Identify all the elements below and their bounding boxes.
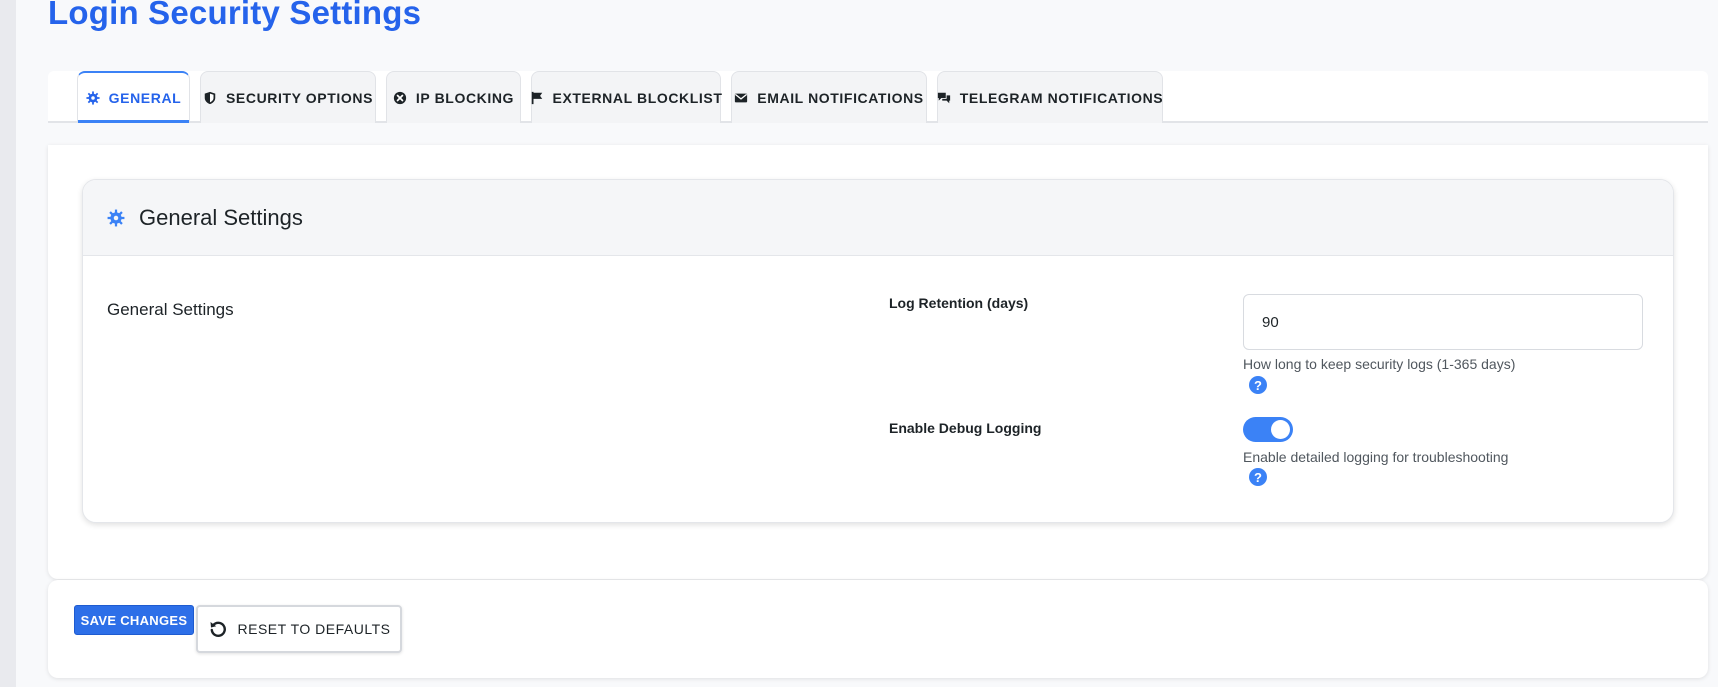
gear-icon [107,209,125,226]
flag-icon [531,91,542,104]
panel-title: General Settings [139,204,303,230]
debug-logging-toggle[interactable] [1243,417,1293,442]
tab-email-notifications[interactable]: EMAIL NOTIFICATIONS [731,71,927,123]
save-changes-button[interactable]: SAVE CHANGES [74,605,194,635]
settings-page: Login Security Settings GENERAL SECURITY… [16,0,1718,687]
block-icon [393,91,407,104]
toggle-knob [1271,420,1290,439]
undo-icon [210,621,226,637]
gear-icon [86,91,100,105]
tab-label: EXTERNAL BLOCKLIST [552,89,723,106]
panel-header: General Settings [83,180,1673,256]
log-retention-help: How long to keep security logs (1-365 da… [1243,356,1516,372]
reset-to-defaults-button[interactable]: RESET TO DEFAULTS [196,605,402,653]
tab-ip-blocking[interactable]: IP BLOCKING [386,71,521,123]
tab-label: SECURITY OPTIONS [225,89,374,106]
page-title: Login Security Settings [48,0,422,31]
admin-sidebar-edge [0,0,16,687]
tab-external-blocklist[interactable]: EXTERNAL BLOCKLIST [531,71,723,123]
log-retention-label: Log Retention (days) [889,295,1029,311]
tab-security-options[interactable]: SECURITY OPTIONS [200,71,376,123]
tab-label: TELEGRAM NOTIFICATIONS [959,89,1164,106]
help-icon[interactable]: ? [1249,376,1267,394]
tab-content: General Settings General Settings Log Re… [48,145,1708,579]
tab-label: GENERAL [108,90,182,106]
log-retention-input[interactable] [1243,294,1643,350]
debug-logging-help: Enable detailed logging for troubleshoot… [1243,449,1509,465]
envelope-icon [735,93,748,102]
debug-logging-label: Enable Debug Logging [889,420,1042,436]
reset-label: RESET TO DEFAULTS [237,621,391,637]
tab-bar: GENERAL SECURITY OPTIONS IP BLOCKING EXT… [48,71,1708,123]
shield-icon [204,91,216,104]
section-label: General Settings [107,300,234,319]
tab-label: EMAIL NOTIFICATIONS [757,89,924,106]
tab-label: IP BLOCKING [415,89,515,106]
chat-icon [937,92,950,103]
tab-telegram-notifications[interactable]: TELEGRAM NOTIFICATIONS [937,71,1163,123]
tab-general[interactable]: GENERAL [77,71,190,123]
settings-panel: General Settings General Settings Log Re… [82,179,1674,523]
help-icon[interactable]: ? [1249,468,1267,486]
